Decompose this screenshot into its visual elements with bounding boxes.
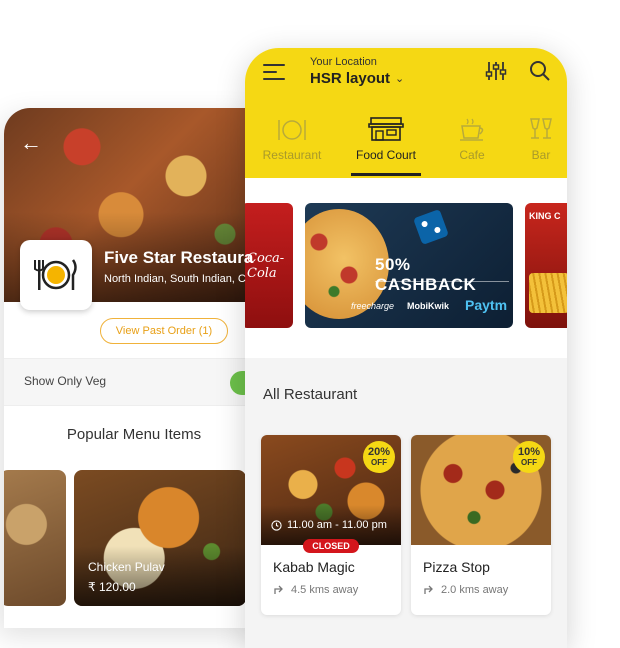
plate-icon xyxy=(278,120,306,140)
menu-item-price: ₹ 120.00 xyxy=(88,580,136,594)
fries-image xyxy=(529,273,567,313)
section-title: All Restaurant xyxy=(263,386,358,403)
offer-banner-right[interactable]: KING C xyxy=(525,203,567,328)
veg-filter-row: Show Only Veg xyxy=(4,358,264,406)
restaurant-card[interactable]: 11.00 am - 11.00 pm 20% OFF CLOSED Kabab… xyxy=(261,435,401,615)
menu-item-card[interactable] xyxy=(4,470,66,606)
menu-item-name: Chicken Pulav xyxy=(88,560,165,574)
banner-brand: KING C xyxy=(529,211,561,221)
banner-brand: Coca-Cola xyxy=(247,251,285,281)
discount-badge: 10% OFF xyxy=(513,441,545,473)
veg-toggle-label: Show Only Veg xyxy=(24,374,107,388)
direction-arrow-icon xyxy=(424,585,433,594)
popular-menu-title: Popular Menu Items xyxy=(66,426,202,443)
app-header: Your Location HSR layout ⌄ Restaurant Fo… xyxy=(245,48,567,178)
tab-food-court[interactable]: Food Court xyxy=(351,114,421,176)
wine-glasses-icon xyxy=(530,118,552,139)
plate-fork-knife-icon xyxy=(34,259,77,290)
offer-carousel[interactable]: Coca-Cola 50% CASHBACK freecharge MobiKw… xyxy=(245,178,567,358)
coffee-cup-icon xyxy=(460,118,484,141)
search-icon[interactable] xyxy=(529,60,551,82)
restaurant-cuisine: North Indian, South Indian, C xyxy=(104,273,246,285)
restaurant-logo xyxy=(20,240,92,310)
discount-badge: 20% OFF xyxy=(363,441,395,473)
restaurant-card[interactable]: 10% OFF Pizza Stop 2.0 kms away xyxy=(411,435,551,615)
tab-restaurant[interactable]: Restaurant xyxy=(257,114,327,176)
partner-freecharge: freecharge xyxy=(351,301,395,311)
hamburger-menu-icon[interactable] xyxy=(263,64,285,80)
view-past-order-button[interactable]: View Past Order (1) xyxy=(100,318,228,344)
restaurant-name: Kabab Magic xyxy=(273,559,355,575)
opening-hours: 11.00 am - 11.00 pm xyxy=(271,519,387,531)
tab-cafe[interactable]: Cafe xyxy=(445,114,499,176)
restaurant-distance: 4.5 kms away xyxy=(273,584,358,596)
location-selector[interactable]: HSR layout xyxy=(310,70,390,87)
closed-badge: CLOSED xyxy=(303,539,359,553)
dominos-logo-icon xyxy=(413,209,449,245)
restaurant-name: Five Star Restaura xyxy=(104,248,254,267)
divider xyxy=(375,281,509,282)
restaurant-distance: 2.0 kms away xyxy=(423,584,508,596)
chevron-down-icon[interactable]: ⌄ xyxy=(395,72,404,85)
home-screen: Your Location HSR layout ⌄ Restaurant Fo… xyxy=(245,48,567,648)
location-label: Your Location xyxy=(310,56,377,68)
back-arrow-icon[interactable]: ← xyxy=(20,130,42,156)
banner-offer-text: 50% CASHBACK xyxy=(375,255,477,294)
restaurant-name: Pizza Stop xyxy=(423,559,490,575)
tab-label: Bar xyxy=(531,148,551,162)
restaurant-detail-screen: ← Five Star Restaura North Indian, South… xyxy=(4,108,264,628)
shop-icon xyxy=(368,117,404,141)
direction-arrow-icon xyxy=(274,585,283,594)
tab-label: Cafe xyxy=(459,148,485,162)
clock-icon xyxy=(271,519,282,531)
tab-label: Restaurant xyxy=(262,148,322,162)
filter-sliders-icon[interactable] xyxy=(485,60,507,82)
partner-paytm: Paytm xyxy=(465,297,508,313)
tab-label: Food Court xyxy=(355,148,417,162)
offer-banner-main[interactable]: 50% CASHBACK freecharge MobiKwik Paytm xyxy=(305,203,513,328)
partner-mobikwik: MobiKwik xyxy=(407,301,449,311)
tab-bar[interactable]: Bar xyxy=(519,114,563,176)
